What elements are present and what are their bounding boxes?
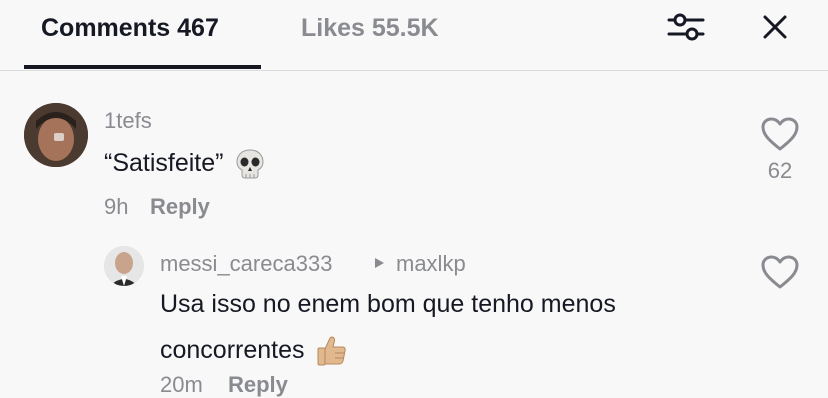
triangle-right-icon (375, 258, 384, 268)
comment-text: “Satisfeite” (104, 140, 267, 186)
reply-body: Usa isso no enem bom que tenho menos con… (160, 290, 616, 364)
comment-timestamp: 9h (104, 194, 129, 219)
avatar-image (24, 103, 88, 167)
reply-username[interactable]: messi_careca333 (160, 251, 332, 277)
reply-to-username[interactable]: maxlkp (396, 251, 466, 277)
comment-tabs: Comments 467 Likes 55.5K (0, 0, 828, 71)
like-count: 62 (767, 158, 793, 183)
avatar[interactable] (24, 103, 88, 167)
tab-comments[interactable]: Comments 467 (41, 14, 219, 43)
active-tab-indicator (24, 65, 261, 69)
reply-avatar-image (104, 246, 144, 286)
skull-emoji-icon (236, 149, 264, 179)
reply-text: Usa isso no enem bom que tenho menos con… (160, 281, 740, 373)
thumbs-up-emoji-icon (317, 336, 346, 366)
reply-avatar[interactable] (104, 246, 144, 286)
heart-outline-icon[interactable] (760, 116, 800, 152)
filter-sliders-icon[interactable] (667, 12, 705, 42)
reply-timestamp: 20m (160, 372, 203, 397)
reply-button[interactable]: Reply (150, 194, 210, 220)
heart-outline-icon[interactable] (760, 254, 800, 290)
comment-body: “Satisfeite” (104, 149, 224, 177)
reply-reply-button[interactable]: Reply (228, 372, 288, 398)
close-icon[interactable] (758, 10, 792, 44)
comment-username[interactable]: 1tefs (104, 108, 152, 134)
tab-likes[interactable]: Likes 55.5K (301, 14, 439, 43)
